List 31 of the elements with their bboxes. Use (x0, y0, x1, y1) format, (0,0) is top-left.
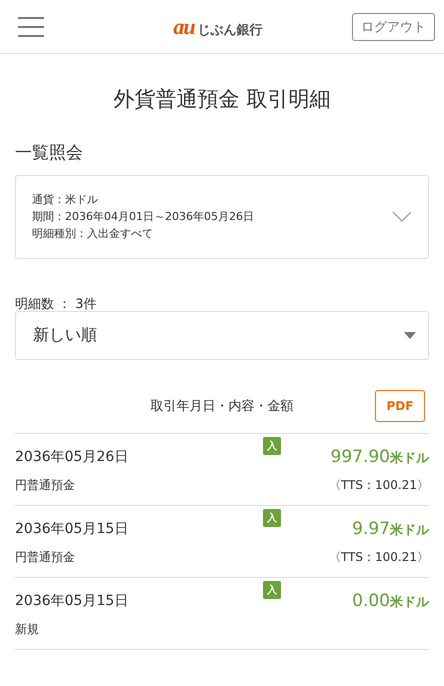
date-text: 2036年05月15日 (15, 520, 128, 538)
sort-select[interactable]: 新しい順 (15, 311, 429, 360)
deposit-badge: 入 (263, 581, 281, 599)
transaction-row[interactable]: 2036年05月26日 入 997.90米ドル 円普通預金 〈TTS：100.21〉 (15, 434, 429, 506)
logout-button[interactable]: ログアウト (352, 12, 435, 40)
page-title: 外貨普通預金 取引明細 (112, 86, 332, 113)
section-title: 一覧照会 (14, 142, 84, 165)
date-text: 2036年05月26日 (15, 448, 128, 466)
amount-text: 997.90米ドル (330, 447, 429, 467)
date-text: 2036年05月15日 (15, 592, 128, 610)
menu-icon[interactable] (18, 16, 44, 38)
description-text: 新規 (15, 621, 39, 638)
filter-panel[interactable]: 通貨：米ドル 期間：2036年04月01日～2036年05月26日 明細種別：入出金すべて (15, 175, 429, 259)
amount-text: 0.00米ドル (352, 591, 429, 611)
description-text: 円普通預金 (15, 549, 75, 566)
filter-text: 明細種別：入出金すべて (32, 226, 154, 242)
rate-text: 〈TTS：100.21〉 (328, 549, 429, 566)
filter-text: 期間：2036年04月01日～2036年05月26日 (32, 209, 254, 225)
transaction-row[interactable]: 2036年05月15日 入 0.00米ドル 新規 (15, 578, 429, 650)
deposit-badge: 入 (263, 437, 281, 455)
amount-text: 9.97米ドル (352, 519, 429, 539)
column-heading: 取引年月日・内容・金額 (150, 398, 294, 415)
dropdown-icon (404, 332, 416, 339)
description-text: 円普通預金 (15, 477, 75, 494)
rate-text: 〈TTS：100.21〉 (328, 477, 429, 494)
filter-text: 通貨：米ドル (32, 192, 99, 208)
transaction-row[interactable]: 2036年05月15日 入 9.97米ドル 円普通預金 〈TTS：100.21〉 (15, 506, 429, 578)
count-text: 明細数 ： 3件 (14, 296, 98, 311)
logo-mark: au (173, 14, 195, 40)
logo-text: じぶん銀行 (198, 22, 263, 38)
deposit-badge: 入 (263, 509, 281, 527)
